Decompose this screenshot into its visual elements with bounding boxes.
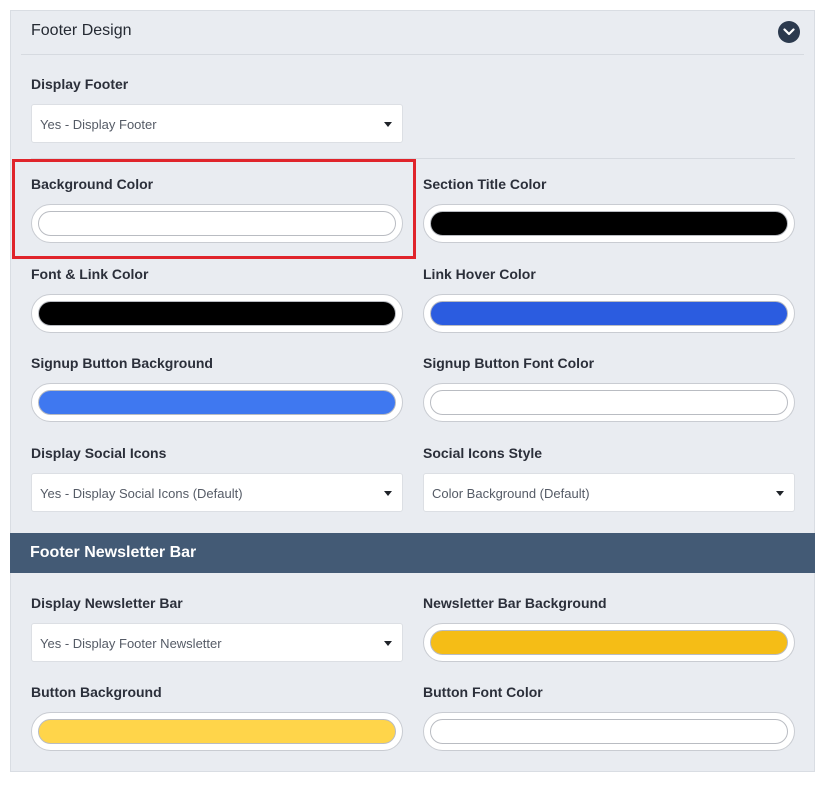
section-title-color-swatch: [430, 211, 788, 236]
social-icons-style-value: Color Background (Default): [432, 486, 590, 501]
caret-down-icon: [384, 122, 392, 127]
button-font-color-label: Button Font Color: [423, 684, 543, 700]
button-background-swatch: [38, 719, 396, 744]
button-font-color-picker[interactable]: [423, 712, 795, 751]
display-newsletter-bar-value: Yes - Display Footer Newsletter: [40, 636, 222, 651]
display-footer-select[interactable]: Yes - Display Footer: [31, 104, 403, 143]
signup-button-font-color-picker[interactable]: [423, 383, 795, 422]
social-icons-style-select[interactable]: Color Background (Default): [423, 473, 795, 512]
caret-down-icon: [776, 491, 784, 496]
footer-design-header: Footer Design: [21, 11, 804, 55]
button-background-label: Button Background: [31, 684, 162, 700]
signup-button-background-swatch: [38, 390, 396, 415]
link-hover-color-picker[interactable]: [423, 294, 795, 333]
signup-button-background-picker[interactable]: [31, 383, 403, 422]
collapse-button[interactable]: [778, 21, 800, 43]
signup-button-font-color-swatch: [430, 390, 788, 415]
newsletter-bar-background-label: Newsletter Bar Background: [423, 595, 607, 611]
section-title-color-label: Section Title Color: [423, 176, 547, 192]
section-title-color-picker[interactable]: [423, 204, 795, 243]
background-color-picker[interactable]: [31, 204, 403, 243]
footer-newsletter-bar-title: Footer Newsletter Bar: [30, 544, 197, 561]
newsletter-bar-background-swatch: [430, 630, 788, 655]
signup-button-background-label: Signup Button Background: [31, 355, 213, 371]
button-background-picker[interactable]: [31, 712, 403, 751]
footer-settings-panel: Footer Design Display Footer Yes - Displ…: [10, 10, 815, 772]
button-font-color-swatch: [430, 719, 788, 744]
font-link-color-picker[interactable]: [31, 294, 403, 333]
display-newsletter-bar-label: Display Newsletter Bar: [31, 595, 183, 611]
caret-down-icon: [384, 641, 392, 646]
footer-newsletter-bar-header: Footer Newsletter Bar: [10, 533, 815, 573]
display-newsletter-bar-select[interactable]: Yes - Display Footer Newsletter: [31, 623, 403, 662]
link-hover-color-label: Link Hover Color: [423, 266, 536, 282]
display-footer-value: Yes - Display Footer: [40, 117, 157, 132]
newsletter-bar-background-picker[interactable]: [423, 623, 795, 662]
font-link-color-label: Font & Link Color: [31, 266, 149, 282]
font-link-color-swatch: [38, 301, 396, 326]
caret-down-icon: [384, 491, 392, 496]
background-color-swatch: [38, 211, 396, 236]
footer-design-title: Footer Design: [31, 22, 132, 39]
social-icons-style-label: Social Icons Style: [423, 445, 543, 461]
chevron-down-icon: [783, 28, 795, 36]
display-footer-label: Display Footer: [31, 76, 129, 92]
display-social-icons-value: Yes - Display Social Icons (Default): [40, 486, 243, 501]
link-hover-color-swatch: [430, 301, 788, 326]
signup-button-font-color-label: Signup Button Font Color: [423, 355, 595, 371]
display-social-icons-select[interactable]: Yes - Display Social Icons (Default): [31, 473, 403, 512]
background-color-label: Background Color: [31, 176, 154, 192]
display-social-icons-label: Display Social Icons: [31, 445, 167, 461]
